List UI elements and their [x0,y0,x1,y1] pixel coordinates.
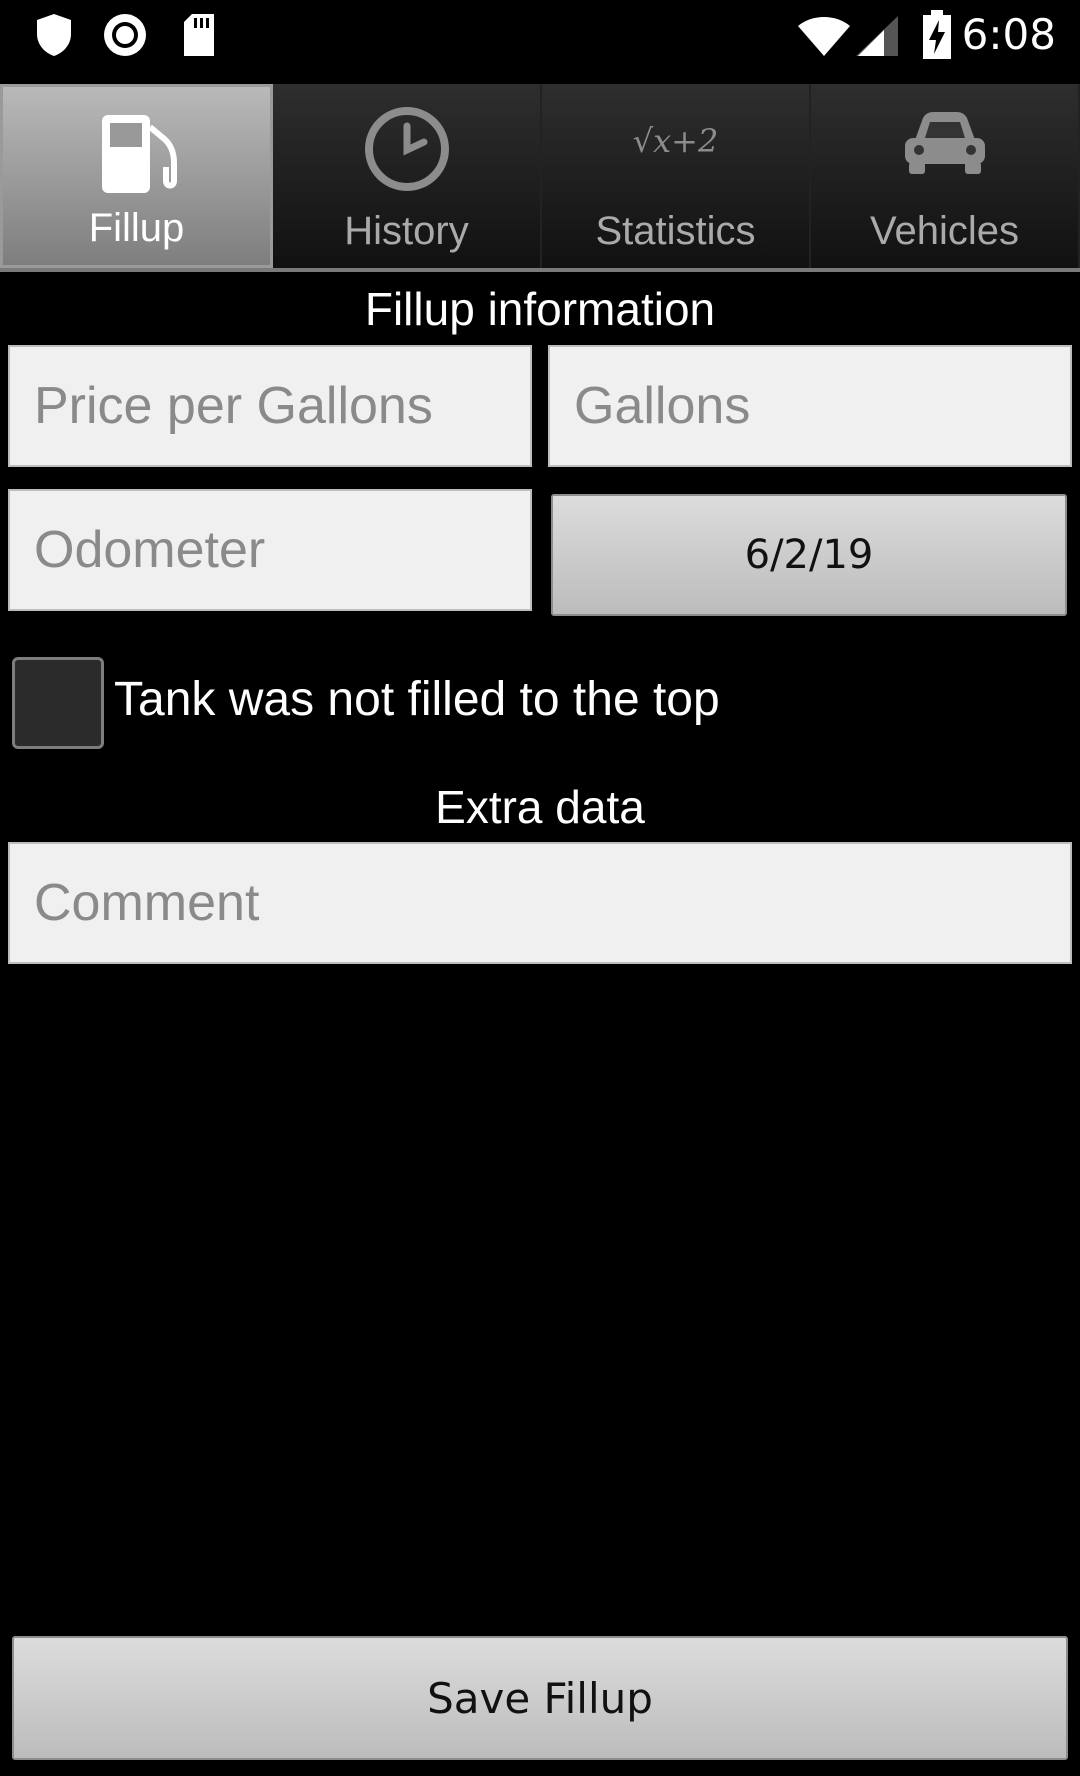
tab-label: Fillup [88,206,185,250]
tab-bar: Fillup History √x+2 Statistics Vehicles [0,84,1080,272]
tab-label: History [344,209,469,253]
date-picker-button[interactable]: 6/2/19 [551,494,1067,616]
tab-vehicles[interactable]: Vehicles [811,84,1080,268]
date-value: 6/2/19 [744,532,874,578]
save-fillup-button[interactable]: Save Fillup [12,1636,1068,1760]
save-fillup-label: Save Fillup [427,1673,653,1723]
wifi-icon [798,17,850,56]
tab-label: Statistics [595,209,756,253]
tank-not-full-checkbox[interactable] [12,657,104,749]
status-bar: 6:08 [0,0,1080,75]
fillup-info-heading: Fillup information [364,283,716,335]
battery-charging-icon [923,10,951,59]
gallons-input[interactable] [548,345,1072,467]
price-per-gallon-input[interactable] [8,345,532,467]
comment-input[interactable] [8,842,1072,964]
tab-fillup[interactable]: Fillup [0,84,273,268]
tab-history[interactable]: History [273,84,542,268]
tank-not-full-label: Tank was not filled to the top [114,673,720,726]
car-icon [904,112,985,174]
tab-statistics[interactable]: √x+2 Statistics [542,84,811,268]
tab-label: Vehicles [870,209,1019,253]
extra-data-heading: Extra data [435,781,645,833]
shield-icon [37,14,71,56]
sdcard-icon [184,14,214,56]
odometer-input[interactable] [8,489,532,611]
clock-icon [364,107,449,191]
clock-time: 6:08 [961,10,1056,59]
record-icon [104,14,146,56]
sqrt-formula-icon: √x+2 [632,122,719,160]
fuel-pump-icon [101,115,177,193]
signal-icon [856,16,898,56]
